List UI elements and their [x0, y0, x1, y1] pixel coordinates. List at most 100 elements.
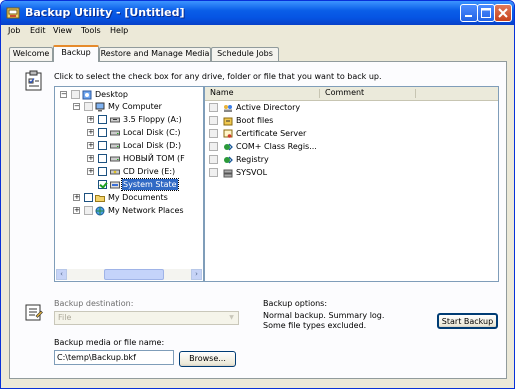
backup-utility-window: Backup Utility - [Untitled] Job Edit Vie…	[0, 0, 515, 389]
certificate-icon	[223, 129, 233, 138]
maximize-button[interactable]	[477, 4, 495, 22]
collapse-icon[interactable]: −	[73, 103, 80, 110]
tree-checkbox[interactable]	[71, 90, 80, 99]
item-checkbox[interactable]	[209, 168, 218, 177]
folder-icon	[95, 195, 105, 202]
menu-view[interactable]: View	[53, 26, 72, 35]
boot-files-icon	[223, 117, 233, 126]
tab-welcome[interactable]: Welcome	[9, 47, 53, 61]
browse-button[interactable]: Browse...	[179, 351, 236, 367]
item-checkbox[interactable]	[209, 129, 218, 138]
computer-icon	[95, 102, 105, 112]
tree-item-my-computer[interactable]: − My Computer	[55, 101, 203, 113]
desktop-icon	[82, 90, 92, 100]
collapse-icon[interactable]: −	[60, 91, 67, 98]
column-divider[interactable]	[319, 89, 320, 98]
minimize-icon	[465, 15, 472, 17]
item-checkbox[interactable]	[209, 142, 218, 151]
menu-edit[interactable]: Edit	[30, 26, 46, 35]
window-title: Backup Utility - [Untitled]	[25, 6, 185, 19]
tab-restore-and-manage-media[interactable]: Restore and Manage Media	[99, 47, 211, 61]
cd-drive-icon	[110, 169, 120, 175]
component-icon	[224, 143, 233, 151]
tree-label: CD Drive (E:)	[123, 167, 176, 176]
tree-label: My Computer	[108, 102, 162, 111]
tree-item-system-state[interactable]: System State	[55, 178, 203, 191]
scroll-left-icon[interactable]: ‹	[56, 269, 67, 280]
menu-bar: Job Edit View Tools Help	[1, 25, 514, 39]
backup-media-field[interactable]: C:\temp\Backup.bkf	[54, 350, 174, 365]
expand-icon[interactable]: +	[87, 142, 94, 149]
start-backup-button[interactable]: Start Backup	[437, 313, 498, 329]
hard-disk-icon	[110, 156, 120, 162]
backup-media-value: C:\temp\Backup.bkf	[57, 353, 136, 362]
tree-item-volume-f[interactable]: + НОВЫЙ ТОМ (F	[55, 153, 203, 165]
tab-schedule-jobs[interactable]: Schedule Jobs	[211, 47, 279, 61]
scroll-thumb[interactable]	[104, 269, 164, 280]
item-checkbox[interactable]	[209, 116, 218, 125]
tree-checkbox[interactable]	[98, 167, 107, 176]
backup-destination-value: File	[58, 313, 72, 322]
column-divider[interactable]	[415, 89, 416, 98]
active-directory-icon	[224, 105, 232, 112]
tree-label: 3.5 Floppy (A:)	[123, 115, 182, 124]
backup-options-line-2: Some file types excluded.	[263, 321, 367, 330]
tree-label: Local Disk (D:)	[123, 141, 182, 150]
backup-options-label: Backup options:	[263, 299, 328, 308]
tree-checkbox[interactable]	[98, 128, 107, 137]
tree-checkbox[interactable]	[98, 141, 107, 150]
instruction-text: Click to select the check box for any dr…	[54, 72, 382, 81]
item-label: Certificate Server	[236, 129, 307, 138]
tree-item-floppy-a[interactable]: + 3.5 Floppy (A:)	[55, 114, 203, 126]
expand-icon[interactable]: +	[87, 155, 94, 162]
title-bar[interactable]: Backup Utility - [Untitled]	[1, 1, 514, 25]
tree-checkbox[interactable]	[98, 154, 107, 163]
scroll-right-icon[interactable]: ›	[191, 269, 202, 280]
tree-item-desktop[interactable]: − Desktop	[55, 89, 203, 101]
file-list[interactable]: Name Comment Active Directory Boot files…	[204, 86, 499, 282]
menu-job[interactable]: Job	[8, 26, 20, 35]
menu-tools[interactable]: Tools	[81, 26, 101, 35]
column-header-name[interactable]: Name	[210, 88, 234, 97]
sysvol-icon	[223, 169, 233, 178]
backup-options-line-1: Normal backup. Summary log.	[263, 311, 385, 320]
backup-destination-label: Backup destination:	[54, 299, 134, 308]
expand-icon[interactable]: +	[87, 129, 94, 136]
tree-item-my-documents[interactable]: + My Documents	[55, 192, 203, 204]
tree-checkbox[interactable]	[98, 115, 107, 124]
tree-label: Desktop	[95, 90, 128, 99]
expand-icon[interactable]: +	[87, 168, 94, 175]
menu-help[interactable]: Help	[110, 26, 128, 35]
item-checkbox[interactable]	[209, 103, 218, 112]
drive-tree[interactable]: − Desktop − My Computer + 3.5 Floppy (A:…	[54, 86, 204, 282]
hard-disk-icon	[110, 143, 120, 149]
tree-checkbox[interactable]	[84, 206, 93, 215]
system-state-icon	[110, 181, 120, 189]
close-button[interactable]	[494, 4, 512, 22]
expand-icon[interactable]: +	[73, 194, 80, 201]
minimize-button[interactable]	[460, 4, 478, 22]
tree-item-cd-drive-e[interactable]: + CD Drive (E:)	[55, 166, 203, 178]
backup-tab-panel: Click to select the check box for any dr…	[9, 61, 507, 379]
item-label: SYSVOL	[236, 168, 268, 177]
tree-label: Local Disk (C:)	[123, 128, 181, 137]
tree-checkbox[interactable]	[84, 193, 93, 202]
registry-icon	[224, 156, 233, 164]
tree-horizontal-scrollbar[interactable]: ‹ ›	[56, 269, 202, 280]
expand-icon[interactable]: +	[87, 116, 94, 123]
item-label: Boot files	[236, 116, 274, 125]
tree-checkbox-checked[interactable]	[98, 180, 107, 189]
tree-item-my-network-places[interactable]: + My Network Places	[55, 205, 203, 217]
expand-icon[interactable]: +	[73, 207, 80, 214]
floppy-drive-icon	[110, 117, 120, 123]
tree-label-selected: System State	[121, 178, 179, 191]
column-header-comment[interactable]: Comment	[325, 88, 364, 97]
checklist-icon	[25, 70, 42, 91]
item-label: Active Directory	[236, 103, 301, 112]
tree-item-local-disk-c[interactable]: + Local Disk (C:)	[55, 127, 203, 139]
item-checkbox[interactable]	[209, 155, 218, 164]
tab-backup[interactable]: Backup	[53, 45, 99, 62]
tree-item-local-disk-d[interactable]: + Local Disk (D:)	[55, 140, 203, 152]
maximize-icon	[481, 8, 491, 18]
tree-checkbox[interactable]	[84, 102, 93, 111]
